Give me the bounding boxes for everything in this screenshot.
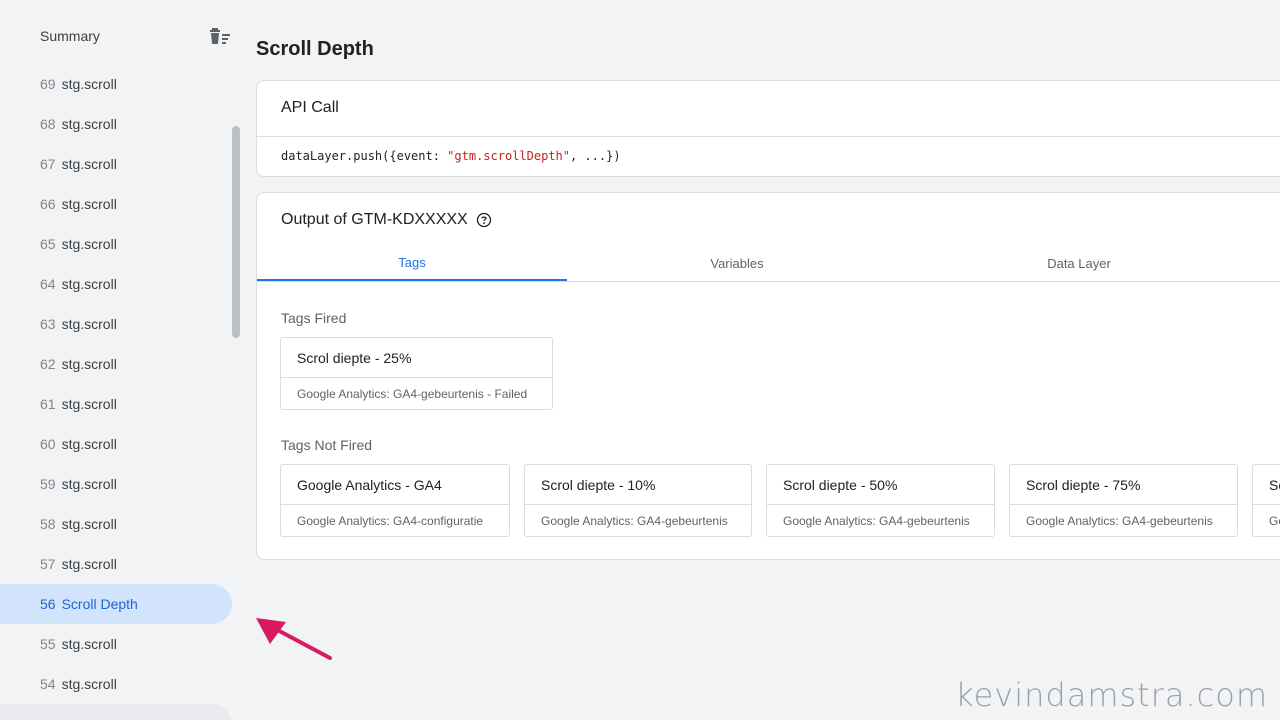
- event-number: 56: [40, 596, 56, 612]
- event-number: 65: [40, 236, 56, 252]
- event-number: 60: [40, 436, 56, 452]
- divider: [257, 136, 1280, 137]
- code-suffix: , ...}): [570, 149, 621, 163]
- tag-type: Google Analytics: GA4-gebeurtenis: [1026, 513, 1213, 528]
- tag-type: Google Analytics: GA4-gebeurtenis - Fail…: [297, 386, 528, 401]
- event-label: stg.scroll: [61, 396, 117, 412]
- event-label: Scroll Depth: [61, 596, 138, 612]
- api-call-card: API Call dataLayer.push({event: "gtm.scr…: [256, 80, 1280, 177]
- code-prefix: dataLayer.push({event:: [281, 149, 448, 163]
- page-title: Scroll Depth: [256, 38, 374, 60]
- tag-card-not-fired[interactable]: Scrol diepte - 75% Google Analytics: GA4…: [1009, 464, 1238, 537]
- event-number: 54: [40, 676, 56, 692]
- tag-card-fired[interactable]: Scrol diepte - 25% Google Analytics: GA4…: [280, 337, 553, 410]
- event-label: stg.scroll: [61, 276, 117, 292]
- event-label: stg.scroll: [61, 516, 117, 532]
- event-item[interactable]: 63 stg.scroll: [0, 304, 232, 344]
- event-label: stg.scroll: [61, 476, 117, 492]
- code-string: "gtm.scrollDepth": [447, 149, 570, 163]
- tag-card-not-fired[interactable]: Scrol diepte - 10% Google Analytics: GA4…: [524, 464, 752, 537]
- event-number: 68: [40, 116, 56, 132]
- event-label: stg.scroll: [61, 636, 117, 652]
- event-item[interactable]: [0, 704, 232, 720]
- output-card: Output of GTM-KDXXXXX Tags Variables Dat…: [256, 192, 1280, 560]
- event-list: 69 stg.scroll 68 stg.scroll 67 stg.scroll 6…: [0, 64, 232, 720]
- event-item-selected[interactable]: 56 Scroll Depth: [0, 584, 232, 624]
- event-item[interactable]: 69 stg.scroll: [0, 64, 232, 104]
- event-number: 61: [40, 396, 56, 412]
- api-call-code: dataLayer.push({event: "gtm.scrollDepth"…: [281, 149, 621, 163]
- watermark: kevindamstra.com: [955, 676, 1268, 714]
- event-number: 67: [40, 156, 56, 172]
- event-item[interactable]: 66 stg.scroll: [0, 184, 232, 224]
- tag-type: Google Analytics: GA4-configuratie: [297, 513, 484, 528]
- event-item[interactable]: 64 stg.scroll: [0, 264, 232, 304]
- event-label: stg.scroll: [61, 316, 117, 332]
- tag-name: Sc: [1253, 465, 1280, 505]
- event-item[interactable]: 60 stg.scroll: [0, 424, 232, 464]
- event-number: 55: [40, 636, 56, 652]
- event-label: stg.scroll: [61, 236, 117, 252]
- event-item[interactable]: 67 stg.scroll: [0, 144, 232, 184]
- tag-name: Scrol diepte - 10%: [525, 465, 751, 505]
- event-item[interactable]: 62 stg.scroll: [0, 344, 232, 384]
- event-label: stg.scroll: [61, 116, 117, 132]
- tag-name: Scrol diepte - 75%: [1010, 465, 1237, 505]
- annotation-arrow-icon: [256, 618, 332, 660]
- tab-data-layer[interactable]: Data Layer: [907, 245, 1251, 281]
- event-number: 57: [40, 556, 56, 572]
- sidebar-scrollbar[interactable]: [232, 126, 240, 338]
- event-number: 59: [40, 476, 56, 492]
- event-item[interactable]: 65 stg.scroll: [0, 224, 232, 264]
- event-number: 66: [40, 196, 56, 212]
- output-title-text: Output of GTM-KDXXXXX: [281, 211, 468, 228]
- event-label: stg.scroll: [61, 156, 117, 172]
- tab-variables[interactable]: Variables: [567, 245, 907, 281]
- tag-type: Go: [1269, 513, 1280, 528]
- output-tabs: Tags Variables Data Layer: [257, 245, 1280, 282]
- tag-card-not-fired[interactable]: Google Analytics - GA4 Google Analytics:…: [280, 464, 510, 537]
- event-item[interactable]: 61 stg.scroll: [0, 384, 232, 424]
- event-item[interactable]: 54 stg.scroll: [0, 664, 232, 704]
- tab-tags[interactable]: Tags: [257, 245, 567, 281]
- clear-messages-icon[interactable]: [208, 26, 232, 46]
- tag-type: Google Analytics: GA4-gebeurtenis: [541, 513, 728, 528]
- help-icon[interactable]: [476, 212, 492, 228]
- tag-name: Google Analytics - GA4: [281, 465, 509, 505]
- tag-type: Google Analytics: GA4-gebeurtenis: [783, 513, 970, 528]
- event-number: 69: [40, 76, 56, 92]
- event-label: stg.scroll: [61, 676, 117, 692]
- tag-name: Scrol diepte - 50%: [767, 465, 994, 505]
- event-number: 58: [40, 516, 56, 532]
- tag-card-not-fired[interactable]: Sc Go: [1252, 464, 1280, 537]
- event-label: stg.scroll: [61, 556, 117, 572]
- event-item[interactable]: 58 stg.scroll: [0, 504, 232, 544]
- event-label: stg.scroll: [61, 356, 117, 372]
- event-label: stg.scroll: [61, 196, 117, 212]
- event-number: 63: [40, 316, 56, 332]
- tags-not-fired-label: Tags Not Fired: [281, 437, 373, 453]
- event-number: 62: [40, 356, 56, 372]
- event-item[interactable]: 59 stg.scroll: [0, 464, 232, 504]
- tag-card-not-fired[interactable]: Scrol diepte - 50% Google Analytics: GA4…: [766, 464, 995, 537]
- event-item[interactable]: 55 stg.scroll: [0, 624, 232, 664]
- summary-label[interactable]: Summary: [40, 28, 100, 44]
- tag-name: Scrol diepte - 25%: [281, 338, 552, 378]
- event-label: stg.scroll: [61, 76, 117, 92]
- sidebar: Summary 69 stg.scroll 68 stg.scroll 67 stg.…: [0, 0, 240, 720]
- api-call-title: API Call: [281, 99, 339, 116]
- event-item[interactable]: 68 stg.scroll: [0, 104, 232, 144]
- output-title: Output of GTM-KDXXXXX: [281, 211, 492, 229]
- event-label: stg.scroll: [61, 436, 117, 452]
- event-number: 64: [40, 276, 56, 292]
- tags-fired-label: Tags Fired: [281, 310, 347, 326]
- sidebar-header: Summary: [0, 0, 240, 72]
- event-item[interactable]: 57 stg.scroll: [0, 544, 232, 584]
